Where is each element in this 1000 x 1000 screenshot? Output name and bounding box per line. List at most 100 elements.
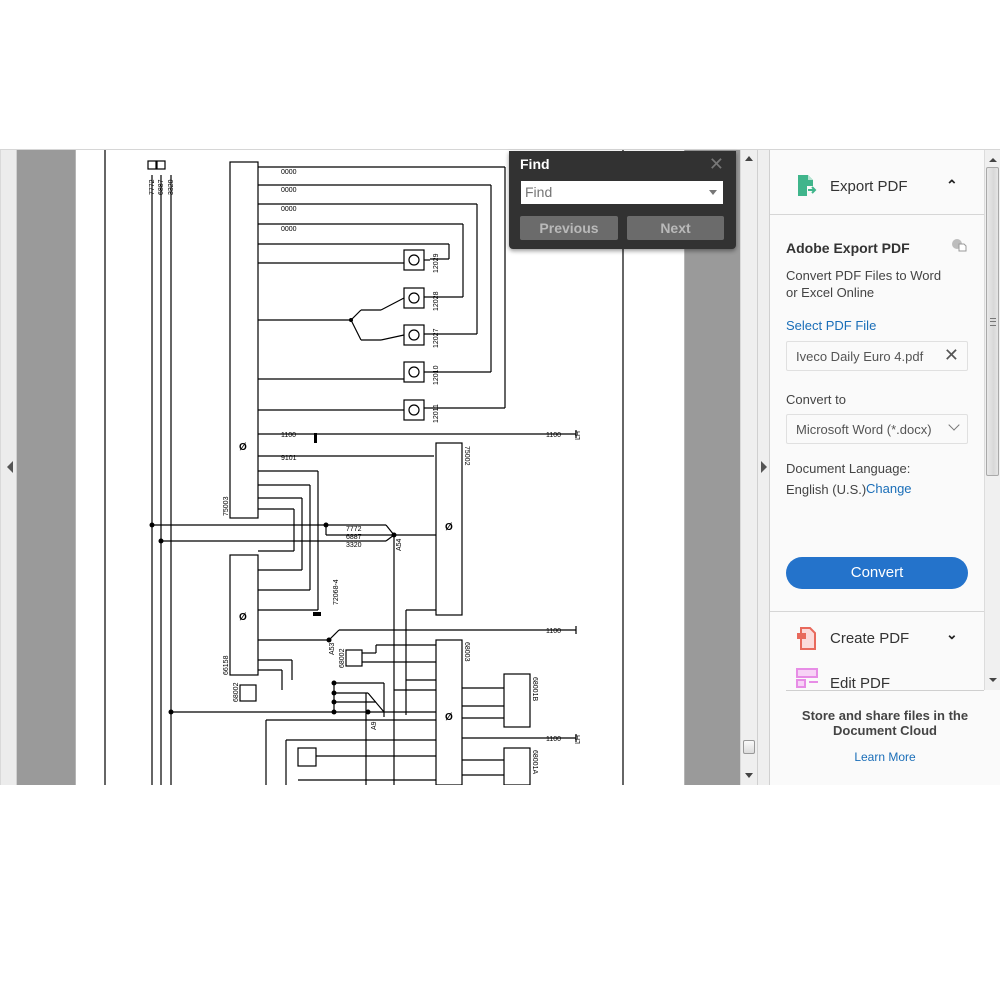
export-pdf-icon — [798, 175, 817, 196]
scroll-down-icon[interactable] — [989, 678, 997, 682]
promo-line-1: Store and share files in the — [801, 708, 969, 723]
document-scrollbar[interactable] — [740, 150, 757, 785]
bus-label: 6887 — [158, 179, 165, 195]
select-pdf-file-link[interactable]: Select PDF File — [786, 318, 876, 333]
wire-code: 0000 — [281, 206, 297, 213]
convert-to-select[interactable]: Microsoft Word (*.docx) — [786, 414, 968, 444]
acrobat-window: 7772 6887 3320 75003 75002 66158 68002 6… — [0, 149, 1000, 785]
description-line-1: Convert PDF Files to Word — [786, 268, 942, 283]
grip-icon — [990, 318, 996, 326]
learn-more-link[interactable]: Learn More — [770, 750, 1000, 764]
scroll-down-icon[interactable] — [745, 773, 753, 778]
component-label: 72068-4 — [333, 579, 340, 605]
component-label: 75002 — [463, 446, 470, 466]
motor-12027 — [403, 324, 425, 346]
component-label: A9 — [371, 721, 378, 730]
component-label: 12010 — [433, 365, 440, 385]
dropdown-arrow-icon[interactable] — [709, 190, 717, 195]
sensor-68002 — [239, 684, 257, 702]
convert-to-value: Microsoft Word (*.docx) — [796, 422, 932, 437]
collapse-right-pane-icon[interactable] — [761, 461, 767, 473]
previous-button[interactable]: Previous — [520, 216, 618, 240]
document-language-value: English (U.S.) — [786, 482, 867, 497]
component-label: A54 — [396, 538, 403, 551]
wire-code: 1100 — [546, 736, 561, 743]
wire-code: 0000 — [281, 187, 297, 194]
selected-file-field[interactable]: Iveco Daily Euro 4.pdf ✕ — [786, 341, 968, 371]
sensor-68002b — [345, 649, 363, 667]
promo-text: Store and share files in the Document Cl… — [770, 708, 1000, 738]
horn-68001 — [297, 747, 317, 767]
online-service-icon — [952, 239, 967, 252]
component-label: 75003 — [223, 496, 230, 516]
section-title: Adobe Export PDF — [786, 240, 910, 256]
expand-left-pane-icon[interactable] — [7, 461, 13, 473]
wire-code: 0000 — [281, 226, 297, 233]
wire-code: 1100 — [546, 628, 561, 635]
promo-line-2: Document Cloud — [833, 723, 937, 738]
component-label: 66158 — [223, 655, 230, 675]
remove-file-icon[interactable]: ✕ — [944, 345, 959, 366]
scroll-thumb[interactable] — [986, 167, 999, 476]
document-cloud-promo: Store and share files in the Document Cl… — [770, 690, 1000, 785]
bus-label: 7772 — [149, 179, 156, 195]
wire-code: 7772 — [346, 526, 362, 533]
wire-code: 1100 — [281, 432, 296, 439]
convert-button[interactable]: Convert — [786, 557, 968, 589]
component-label: 68001B — [531, 677, 538, 701]
svg-text:Ø: Ø — [239, 442, 247, 453]
svg-text:Ø: Ø — [239, 612, 247, 623]
terminal-label: LH — [575, 431, 582, 440]
description-line-2: or Excel Online — [786, 285, 875, 300]
convert-to-label: Convert to — [786, 392, 846, 407]
bus-label: 3320 — [168, 179, 175, 195]
document-language-label: Document Language: — [786, 461, 911, 476]
component-label: 68002 — [233, 682, 240, 702]
next-button[interactable]: Next — [627, 216, 724, 240]
component-label: 68002 — [339, 648, 346, 668]
right-pane-toggle-strip[interactable] — [757, 150, 770, 785]
component-68001A — [503, 747, 531, 785]
svg-text:Ø: Ø — [445, 712, 453, 723]
export-pdf-header[interactable]: Export PDF ⌃ — [770, 150, 984, 206]
chevron-up-icon[interactable]: ⌃ — [946, 177, 958, 194]
component-75003 — [229, 161, 259, 519]
component-label: A53 — [329, 642, 336, 655]
create-pdf-icon — [797, 627, 816, 650]
divider — [770, 214, 984, 215]
tools-pane-scrollbar[interactable] — [984, 150, 1000, 690]
wire-code: 6887 — [346, 534, 362, 541]
edit-pdf-icon — [796, 668, 818, 688]
svg-text:Ø: Ø — [445, 522, 453, 533]
find-input[interactable] — [521, 181, 695, 202]
wire-code: 3320 — [346, 542, 362, 549]
connector-box — [156, 160, 166, 170]
connector-box — [147, 160, 157, 170]
close-icon[interactable]: ✕ — [709, 154, 724, 175]
left-nav-pane[interactable] — [0, 150, 17, 785]
motor-12011 — [403, 399, 425, 421]
change-language-link[interactable]: Change — [866, 481, 912, 496]
find-field[interactable] — [521, 181, 723, 204]
selected-file-name: Iveco Daily Euro 4.pdf — [796, 349, 924, 364]
scroll-up-icon[interactable] — [745, 156, 753, 161]
wire-code: 0000 — [281, 169, 297, 176]
component-68001B — [503, 673, 531, 728]
junction-dots — [149, 318, 397, 715]
scroll-up-icon[interactable] — [989, 158, 997, 162]
chevron-down-icon[interactable]: ⌄ — [946, 626, 958, 643]
chevron-down-icon — [948, 419, 960, 431]
divider — [786, 690, 984, 691]
find-dialog: Find ✕ Previous Next — [509, 151, 736, 249]
create-pdf-label: Create PDF — [830, 630, 910, 647]
wire-code: 1100 — [546, 432, 561, 439]
motor-12029 — [403, 249, 425, 271]
component-label: 12028 — [433, 291, 440, 311]
find-dialog-title: Find — [520, 156, 550, 172]
component-label: 12011 — [433, 404, 440, 423]
export-pdf-label: Export PDF — [830, 178, 908, 195]
component-label: 68001A — [531, 750, 538, 774]
scroll-thumb[interactable] — [743, 740, 755, 754]
component-label: 12027 — [433, 328, 440, 348]
motor-12028 — [403, 287, 425, 309]
